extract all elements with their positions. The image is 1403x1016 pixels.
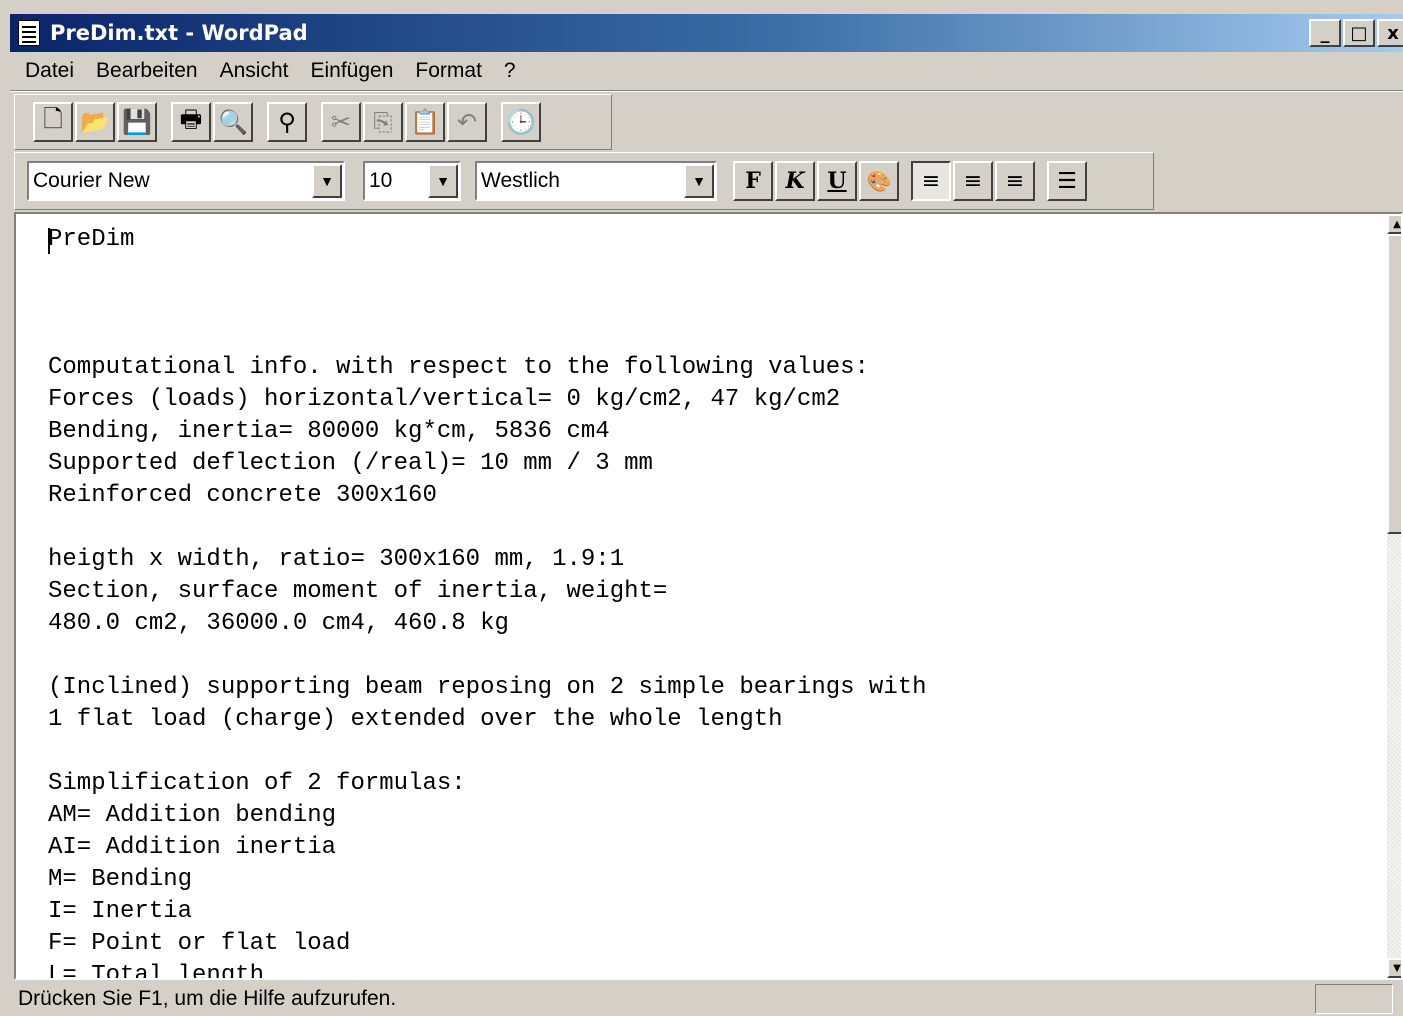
menu-help[interactable]: ?: [493, 59, 527, 83]
standard-toolbar: 🗋 📂 💾 🖶 🔍 ⚲ ✂ ⎘ 📋 ↶ 🕒: [14, 94, 612, 150]
document-line: M= Bending: [48, 866, 193, 893]
minimize-button[interactable]: _: [1309, 19, 1341, 47]
document-line: I= Inertia: [48, 898, 193, 925]
document-line: AM= Addition bending: [48, 802, 337, 829]
status-bar: Drücken Sie F1, um die Hilfe aufzurufen.: [10, 982, 1403, 1016]
document-line: Computational info. with respect to the …: [48, 354, 869, 381]
align-right-icon[interactable]: ≡: [995, 161, 1035, 201]
menu-separator: [10, 90, 1403, 92]
copy-icon[interactable]: ⎘: [363, 102, 403, 142]
document-line: PreDim: [48, 226, 135, 253]
document-text[interactable]: PreDim Computational info. with respect …: [48, 224, 1371, 980]
document-line: (Inclined) supporting beam reposing on 2…: [48, 674, 927, 701]
document-line: Simplification of 2 formulas:: [48, 770, 466, 797]
document-line: Reinforced concrete 300x160: [48, 482, 437, 509]
scroll-up-icon[interactable]: ▲: [1387, 214, 1401, 234]
new-document-icon[interactable]: 🗋: [33, 102, 73, 142]
chevron-down-icon[interactable]: ▼: [312, 164, 342, 198]
find-icon[interactable]: ⚲: [267, 102, 307, 142]
vertical-scrollbar[interactable]: ▲ ▼: [1387, 214, 1401, 978]
print-preview-icon[interactable]: 🔍: [213, 102, 253, 142]
insert-datetime-icon[interactable]: 🕒: [501, 102, 541, 142]
menu-bearbeiten[interactable]: Bearbeiten: [85, 59, 209, 83]
status-text: Drücken Sie F1, um die Hilfe aufzurufen.: [18, 987, 397, 1010]
document-editor[interactable]: PreDim Computational info. with respect …: [14, 212, 1403, 980]
cut-icon[interactable]: ✂: [321, 102, 361, 142]
document-line: Supported deflection (/real)= 10 mm / 3 …: [48, 450, 653, 477]
format-toolbar: Courier New ▼ 10 ▼ Westlich ▼ F K U 🎨 ≡ …: [14, 152, 1154, 210]
font-size-value: 10: [369, 169, 393, 192]
paste-icon[interactable]: 📋: [405, 102, 445, 142]
document-line: heigth x width, ratio= 300x160 mm, 1.9:1: [48, 546, 625, 573]
window-controls: _ □ x: [1309, 19, 1403, 47]
bold-button[interactable]: F: [733, 161, 773, 201]
script-select-value: Westlich: [481, 169, 560, 192]
document-line: 480.0 cm2, 36000.0 cm4, 460.8 kg: [48, 610, 509, 637]
italic-button[interactable]: K: [775, 161, 815, 201]
document-line: F= Point or flat load: [48, 930, 351, 957]
color-palette-icon[interactable]: 🎨: [859, 161, 899, 201]
document-line: Section, surface moment of inertia, weig…: [48, 578, 668, 605]
scroll-down-icon[interactable]: ▼: [1387, 958, 1401, 978]
menu-bar: Datei Bearbeiten Ansicht Einfügen Format…: [14, 54, 527, 88]
font-size-select[interactable]: 10 ▼: [363, 161, 461, 201]
maximize-button[interactable]: □: [1343, 19, 1375, 47]
open-folder-icon[interactable]: 📂: [75, 102, 115, 142]
font-select[interactable]: Courier New ▼: [27, 161, 345, 201]
undo-icon[interactable]: ↶: [447, 102, 487, 142]
menu-datei[interactable]: Datei: [14, 59, 85, 83]
align-center-icon[interactable]: ≡: [953, 161, 993, 201]
document-line: Bending, inertia= 80000 kg*cm, 5836 cm4: [48, 418, 610, 445]
save-icon[interactable]: 💾: [117, 102, 157, 142]
menu-einfuegen[interactable]: Einfügen: [299, 59, 404, 83]
underline-button[interactable]: U: [817, 161, 857, 201]
chevron-down-icon[interactable]: ▼: [428, 164, 458, 198]
font-select-value: Courier New: [33, 169, 150, 192]
document-line: 1 flat load (charge) extended over the w…: [48, 706, 783, 733]
bullet-list-icon[interactable]: ☰: [1047, 161, 1087, 201]
close-button[interactable]: x: [1377, 19, 1403, 47]
script-select[interactable]: Westlich ▼: [475, 161, 717, 201]
print-icon[interactable]: 🖶: [171, 102, 211, 142]
scrollbar-thumb[interactable]: [1387, 234, 1401, 534]
status-panel: [1315, 984, 1393, 1014]
align-left-icon[interactable]: ≡: [911, 161, 951, 201]
title-bar[interactable]: PreDim.txt - WordPad _ □ x: [10, 14, 1403, 52]
document-line: Forces (loads) horizontal/vertical= 0 kg…: [48, 386, 841, 413]
document-line: AI= Addition inertia: [48, 834, 337, 861]
menu-ansicht[interactable]: Ansicht: [209, 59, 300, 83]
document-line: L= Total length: [48, 962, 265, 980]
window-title: PreDim.txt - WordPad: [50, 21, 308, 45]
menu-format[interactable]: Format: [404, 59, 493, 83]
wordpad-document-icon[interactable]: [18, 20, 40, 46]
chevron-down-icon[interactable]: ▼: [684, 164, 714, 198]
